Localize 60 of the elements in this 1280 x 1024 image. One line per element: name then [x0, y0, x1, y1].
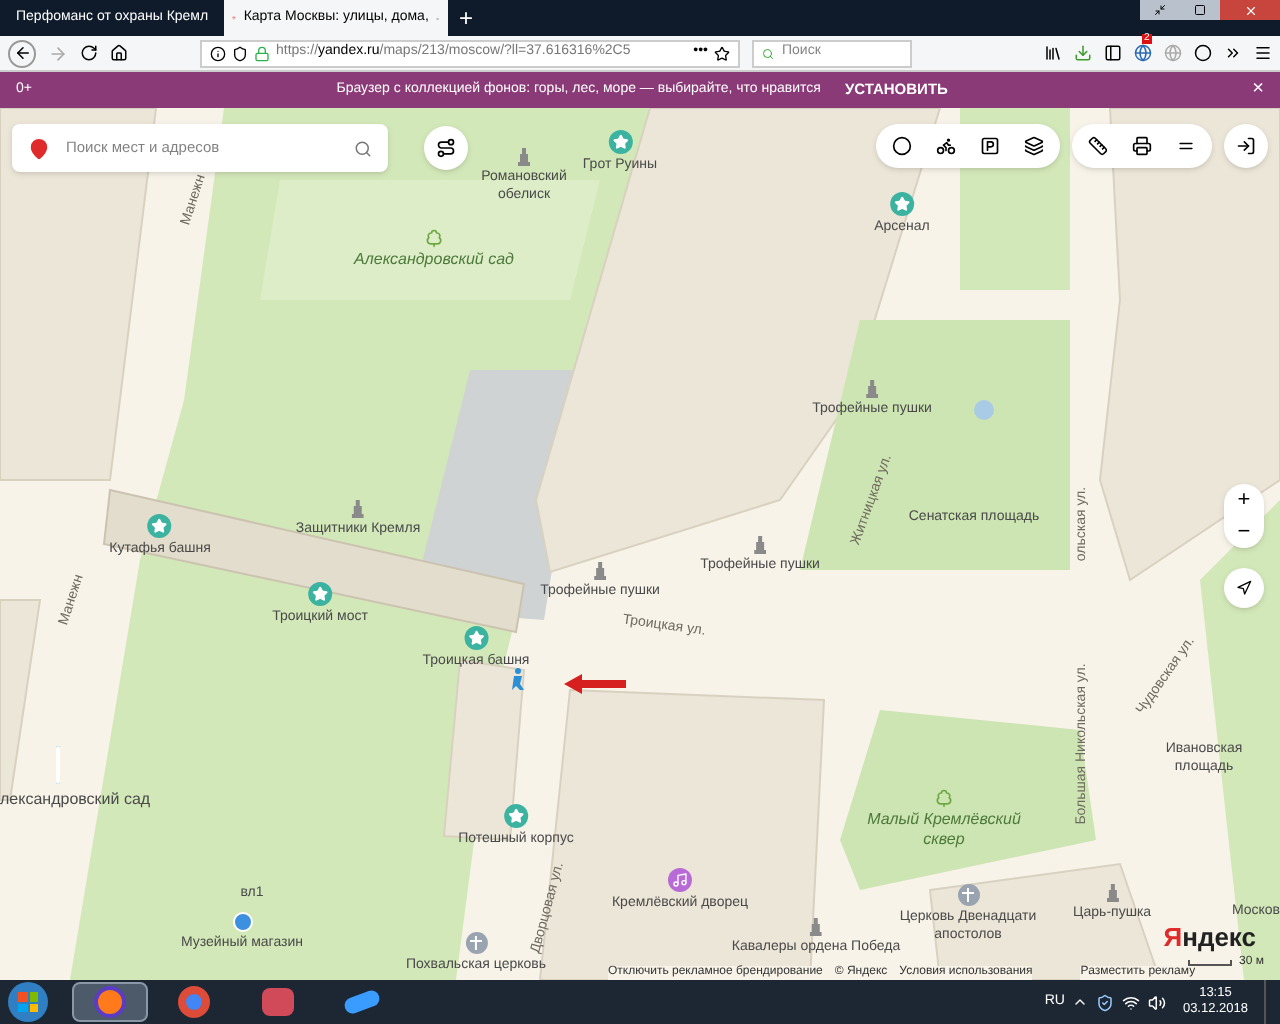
parking-icon[interactable]: [980, 136, 1000, 156]
monument-icon: [866, 380, 878, 398]
route-icon: [436, 138, 456, 158]
tree-icon: [934, 788, 954, 808]
reload-icon[interactable]: [80, 44, 98, 62]
overflow-icon[interactable]: [1224, 44, 1242, 62]
close-button[interactable]: ×: [1252, 80, 1264, 100]
back-button[interactable]: [8, 39, 36, 67]
monument-icon: [352, 500, 364, 518]
zoom-out-button[interactable]: −: [1237, 516, 1251, 548]
metro-label: лександровский сад: [0, 792, 151, 808]
minimize-icon: [1154, 4, 1166, 16]
sidebar-icon[interactable]: [1104, 44, 1122, 62]
monument-icon: [810, 918, 822, 936]
bike-icon[interactable]: [936, 136, 956, 156]
minimize-button[interactable]: [1140, 0, 1180, 20]
monument-icon: [754, 536, 766, 554]
ruler-icon[interactable]: [1088, 136, 1108, 156]
taskbar-app[interactable]: [72, 982, 148, 1022]
start-button[interactable]: [8, 982, 48, 1022]
windows-logo-icon: [18, 992, 38, 1012]
shield-icon: [232, 45, 248, 61]
search-icon: [354, 139, 372, 157]
scissors-icon: [262, 988, 294, 1016]
search-icon: [762, 45, 774, 61]
addon-icon[interactable]: [1134, 44, 1152, 62]
home-icon[interactable]: [110, 44, 128, 62]
pin-icon: [28, 137, 50, 159]
printer-icon[interactable]: [1132, 136, 1152, 156]
back-icon: [13, 44, 31, 62]
menu-icon[interactable]: [1254, 44, 1272, 62]
yandex-logo: Яндекс: [1163, 924, 1256, 954]
monument-icon: [594, 562, 606, 580]
close-icon: [1243, 3, 1257, 17]
circle-icon[interactable]: [892, 136, 912, 156]
library-icon[interactable]: [1044, 44, 1062, 62]
person-icon: [512, 668, 524, 690]
new-tab-button[interactable]: +: [448, 0, 484, 36]
bookmark-star-icon[interactable]: [714, 45, 730, 61]
maximize-icon: [1194, 4, 1206, 16]
map-label: Александровский сад: [354, 250, 514, 271]
volume-icon[interactable]: [1148, 993, 1167, 1011]
locate-icon: [1236, 580, 1252, 596]
lock-icon: [254, 45, 270, 61]
info-icon: [210, 45, 226, 61]
zoom-in-button[interactable]: +: [1237, 484, 1251, 516]
download-icon[interactable]: [1074, 44, 1092, 62]
shield-icon[interactable]: [1096, 993, 1115, 1011]
circle-icon[interactable]: [1194, 44, 1212, 62]
network-icon[interactable]: [1122, 993, 1141, 1011]
fox-globe-icon: [94, 986, 126, 1018]
maximize-button[interactable]: [1180, 0, 1220, 20]
annotation-arrow-icon: [564, 674, 626, 694]
monument-icon: [518, 148, 530, 166]
layers-icon[interactable]: [1024, 136, 1044, 156]
monument-icon: [1106, 884, 1118, 902]
tray-chevron-icon[interactable]: [1072, 994, 1089, 1010]
map-label: Малый Кремлёвский сквер: [865, 810, 1023, 852]
tree-icon: [424, 228, 444, 248]
login-icon: [1236, 136, 1256, 156]
